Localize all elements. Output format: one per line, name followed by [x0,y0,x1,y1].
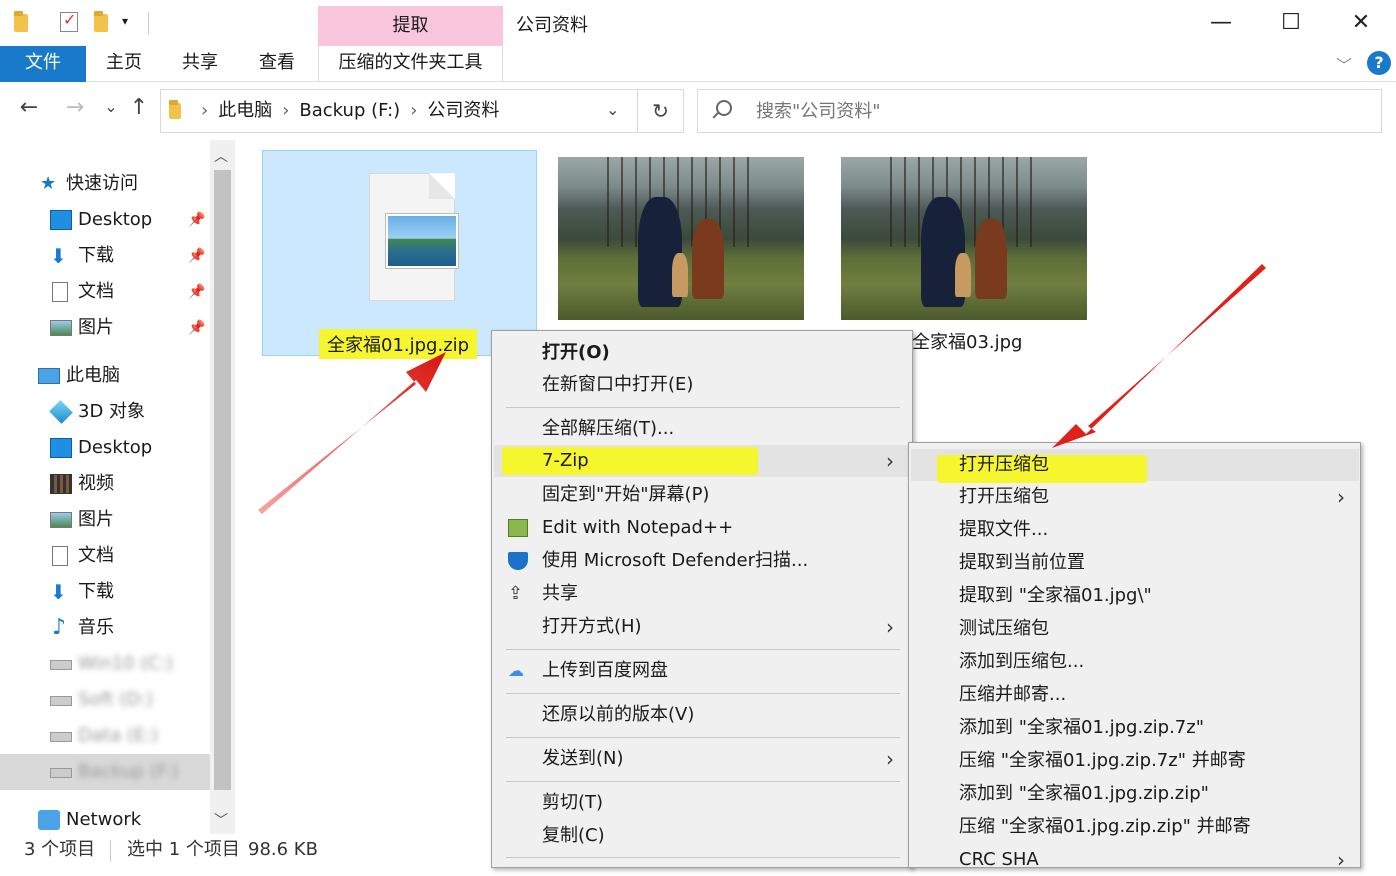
red-arrow-icon [258,352,446,514]
annotation-arrows [258,264,1266,514]
red-arrow-icon [1052,264,1266,448]
